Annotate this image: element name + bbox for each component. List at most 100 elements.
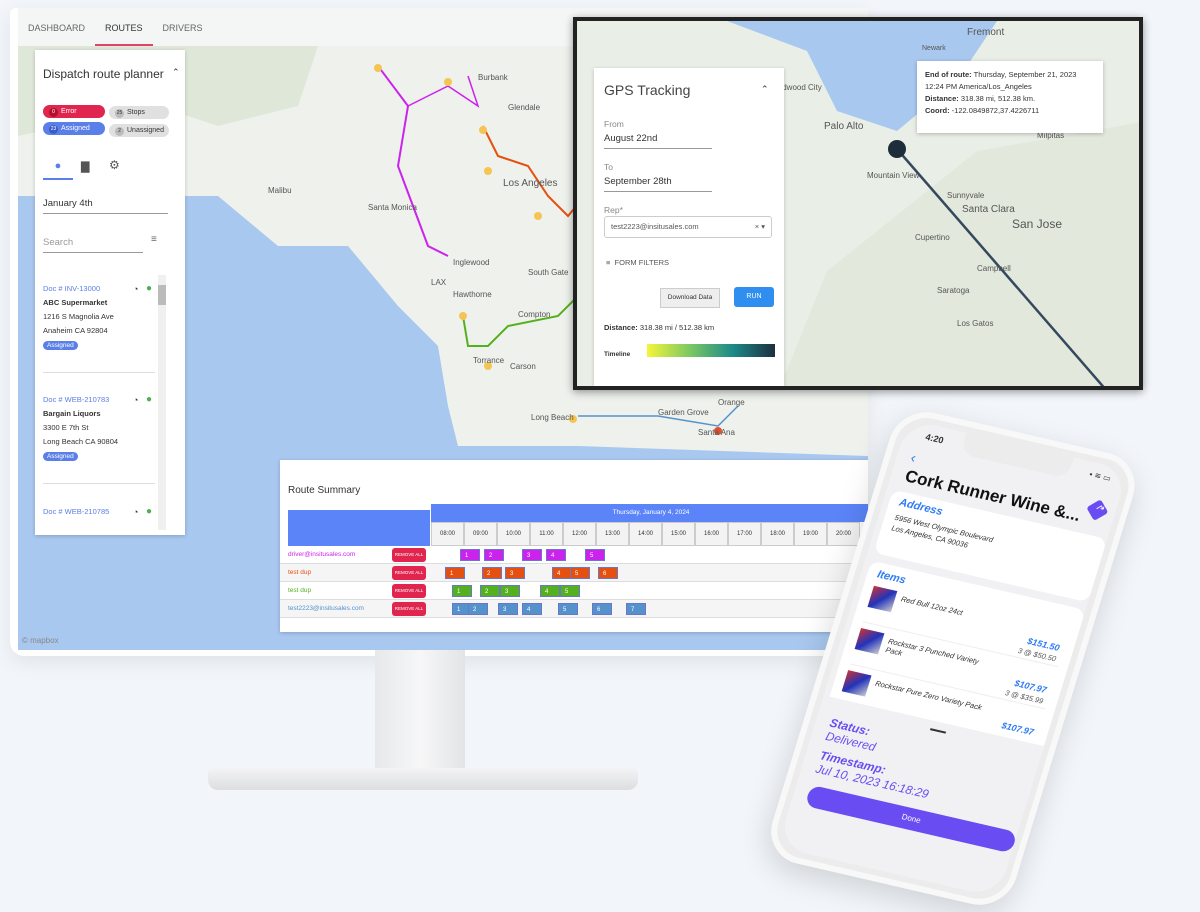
stop-block[interactable]: 1 bbox=[445, 567, 465, 579]
remove-all-button[interactable]: REMOVE ALL bbox=[392, 584, 426, 598]
run-button[interactable]: RUN bbox=[734, 287, 774, 307]
hour-label: 20:00 bbox=[827, 522, 860, 546]
product-image bbox=[841, 670, 872, 697]
gps-tracking-panel: GPS Tracking ⌃ From August 22nd To Septe… bbox=[594, 68, 784, 386]
stop-block[interactable]: 4 bbox=[522, 603, 542, 615]
filter-icon[interactable]: ≡ bbox=[151, 234, 157, 245]
route-row: test2223@insitusales.com REMOVE ALL 1 2 3 4 5 6… bbox=[280, 600, 868, 618]
to-label: To bbox=[604, 162, 613, 172]
map-label: Santa Monica bbox=[368, 203, 417, 212]
phone-notch bbox=[960, 432, 1074, 479]
stop-card[interactable]: Doc # INV-13000 ABC Supermarket 1216 S Mag… bbox=[43, 282, 114, 353]
hour-label: 16:00 bbox=[695, 522, 728, 546]
stop-block[interactable]: 1 bbox=[452, 585, 472, 597]
product-image bbox=[867, 585, 898, 613]
map-label: Mountain View bbox=[867, 171, 920, 180]
monitor-stand bbox=[375, 650, 465, 775]
map-label: Hawthorne bbox=[453, 290, 492, 299]
stop-block[interactable]: 3 bbox=[500, 585, 520, 597]
stop-block[interactable]: 6 bbox=[592, 603, 612, 615]
hour-label: 11:00 bbox=[530, 522, 563, 546]
form-filters-button[interactable]: ≡ FORM FILTERS bbox=[606, 258, 669, 267]
scrollbar[interactable] bbox=[158, 275, 166, 530]
tab-drivers[interactable]: DRIVERS bbox=[153, 8, 213, 46]
stop-block[interactable]: 3 bbox=[505, 567, 525, 579]
stop-block[interactable]: 4 bbox=[540, 585, 560, 597]
status-time: 4:20 bbox=[924, 431, 945, 446]
map-label: Malibu bbox=[268, 186, 292, 195]
date-field[interactable]: January 4th bbox=[43, 198, 168, 214]
tab-dashboard[interactable]: DASHBOARD bbox=[18, 8, 95, 46]
driver-label: driver@insitusales.com bbox=[288, 551, 356, 558]
stop-block[interactable]: 5 bbox=[560, 585, 580, 597]
map-label: Sunnyvale bbox=[947, 191, 985, 200]
clock-icon[interactable]: ◔ bbox=[133, 395, 138, 405]
hour-label: 08:00 bbox=[431, 522, 464, 546]
stop-block[interactable]: 7 bbox=[626, 603, 646, 615]
stop-block[interactable]: 2 bbox=[468, 603, 488, 615]
map-pin-icon[interactable]: ● bbox=[43, 160, 73, 180]
map-pin-icon[interactable]: ● bbox=[146, 394, 152, 405]
gps-tracking-window: Fremont Newark Palo Alto Mountain View S… bbox=[573, 17, 1143, 390]
timeline-date: Thursday, January 4, 2024 bbox=[431, 504, 868, 522]
remove-all-button[interactable]: REMOVE ALL bbox=[392, 548, 426, 562]
route-rows: driver@insitusales.com REMOVE ALL 1 2 3 4 5 tes… bbox=[280, 546, 868, 626]
rep-select[interactable]: test2223@insitusales.com × ▾ bbox=[604, 216, 772, 238]
tab-routes[interactable]: ROUTES bbox=[95, 8, 153, 46]
end-of-route-popup: End of route: Thursday, September 21, 20… bbox=[917, 61, 1103, 133]
map-pin-icon[interactable]: ● bbox=[146, 283, 152, 294]
stop-card[interactable]: Doc # WEB-210783 Bargain Liquors 3300 E 7t… bbox=[43, 393, 118, 464]
hour-header: 08:00 09:00 10:00 11:00 12:00 13:00 14:00 15:00… bbox=[431, 522, 868, 546]
from-date-field[interactable]: August 22nd bbox=[604, 133, 712, 149]
assigned-chip[interactable]: 23 Assigned bbox=[43, 122, 105, 135]
hour-label: 10:00 bbox=[497, 522, 530, 546]
distance-label: Distance: bbox=[604, 323, 638, 332]
download-data-button[interactable]: Download Data bbox=[660, 288, 720, 308]
clock-icon[interactable]: ◔ bbox=[133, 284, 138, 294]
map-label: Los Gatos bbox=[957, 319, 994, 328]
route-row: driver@insitusales.com REMOVE ALL 1 2 3 4 5 bbox=[280, 546, 868, 564]
end-of-route-marker bbox=[888, 140, 906, 158]
back-icon[interactable]: ‹ bbox=[909, 449, 918, 465]
stop-block[interactable]: 5 bbox=[570, 567, 590, 579]
gear-icon[interactable]: ⚙ bbox=[109, 158, 120, 172]
stop-card[interactable]: Doc # WEB-210785 bbox=[43, 505, 109, 519]
collapse-icon[interactable]: ⌃ bbox=[761, 84, 769, 95]
from-label: From bbox=[604, 119, 624, 129]
unassigned-chip[interactable]: 2 Unassigned bbox=[109, 124, 169, 137]
stop-block[interactable]: 5 bbox=[558, 603, 578, 615]
map-pin-icon[interactable]: ● bbox=[146, 506, 152, 517]
stop-block[interactable]: 5 bbox=[585, 549, 605, 561]
directions-icon[interactable]: ↱ bbox=[1086, 499, 1109, 521]
status-badge: Assigned bbox=[43, 452, 78, 461]
map-label: Fremont bbox=[967, 27, 1005, 38]
driver-label: test dup bbox=[288, 569, 312, 576]
remove-all-button[interactable]: REMOVE ALL bbox=[392, 566, 426, 580]
collapse-icon[interactable]: ⌃ bbox=[172, 67, 180, 78]
stop-block[interactable]: 3 bbox=[498, 603, 518, 615]
map-label: Saratoga bbox=[937, 286, 970, 295]
route-row: test dup REMOVE ALL 1 2 3 4 5 6 bbox=[280, 564, 868, 582]
stop-block[interactable]: 3 bbox=[522, 549, 542, 561]
stop-block[interactable]: 4 bbox=[552, 567, 572, 579]
map-label: Carson bbox=[510, 362, 536, 371]
route-summary-panel: Route Summary Thursday, January 4, 2024 … bbox=[280, 460, 868, 632]
stop-block[interactable]: 2 bbox=[480, 585, 500, 597]
map-label: Campbell bbox=[977, 264, 1011, 273]
stop-block[interactable]: 6 bbox=[598, 567, 618, 579]
stop-block[interactable]: 2 bbox=[482, 567, 502, 579]
stop-block[interactable]: 4 bbox=[546, 549, 566, 561]
search-input[interactable]: Search bbox=[43, 237, 143, 253]
map-label: Compton bbox=[518, 310, 551, 319]
to-date-field[interactable]: September 28th bbox=[604, 176, 712, 192]
stops-chip[interactable]: 25 Stops bbox=[109, 106, 169, 119]
stop-block[interactable]: 2 bbox=[484, 549, 504, 561]
item-total: $107.97 bbox=[1000, 720, 1036, 738]
error-chip[interactable]: 0 Error bbox=[43, 105, 105, 118]
truck-icon[interactable]: ▇ bbox=[81, 160, 89, 173]
map-label: Santa Clara bbox=[962, 204, 1015, 215]
clock-icon[interactable]: ◔ bbox=[133, 507, 138, 517]
remove-all-button[interactable]: REMOVE ALL bbox=[392, 602, 426, 616]
stop-block[interactable]: 1 bbox=[460, 549, 480, 561]
hour-label: 15:00 bbox=[662, 522, 695, 546]
